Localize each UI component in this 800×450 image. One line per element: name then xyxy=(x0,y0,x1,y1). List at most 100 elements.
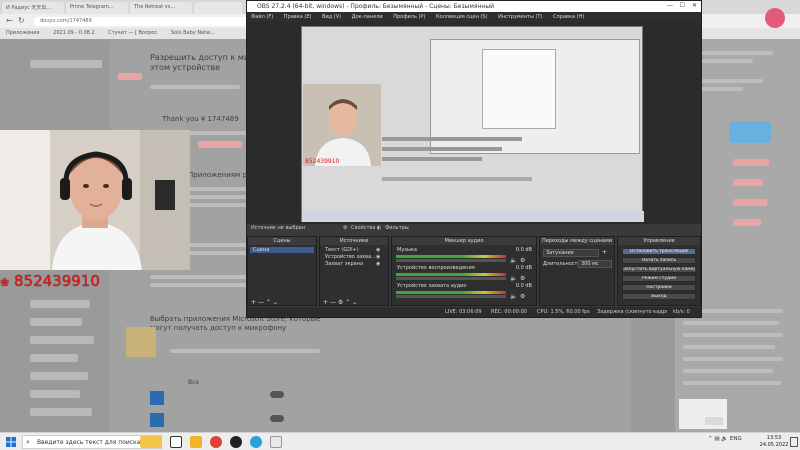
thanks-text: Thank you ¥ 1747489 xyxy=(162,115,239,123)
menu-view[interactable]: Вид (V) xyxy=(322,14,341,20)
chevron-up-icon[interactable]: ⌃ xyxy=(708,436,713,442)
pink-button[interactable] xyxy=(198,141,242,148)
down-icon[interactable]: ⌄ xyxy=(273,299,278,306)
add-icon[interactable]: + xyxy=(323,299,328,306)
volume-icon[interactable]: 🔈 xyxy=(721,436,728,442)
sidebar-item[interactable] xyxy=(30,372,88,380)
sidebar-item[interactable] xyxy=(30,300,90,308)
obs-icon[interactable] xyxy=(230,436,242,448)
popup-button[interactable] xyxy=(705,417,723,425)
windows-start-icon[interactable] xyxy=(6,437,16,447)
menu-scene-collection[interactable]: Коллекция сцен (S) xyxy=(436,14,488,20)
browser-tab[interactable]: The Retreat vs... xyxy=(130,2,192,14)
speaker-icon[interactable]: 🔈 xyxy=(510,293,517,300)
language-indicator[interactable]: ENG xyxy=(730,436,742,442)
gear-icon[interactable]: ⚙ xyxy=(520,293,525,300)
add-icon[interactable]: + xyxy=(251,299,256,306)
volume-slider[interactable] xyxy=(396,259,506,262)
settings-button[interactable]: Настройки xyxy=(622,284,696,291)
sidebar-item[interactable] xyxy=(30,408,92,416)
eye-icon[interactable]: ◉ xyxy=(376,254,380,260)
start-recording-button[interactable]: Начать запись xyxy=(622,257,696,264)
transition-select[interactable]: Затухание xyxy=(543,249,599,257)
task-view-icon[interactable] xyxy=(170,436,182,448)
pink-button[interactable] xyxy=(733,179,763,186)
remove-icon[interactable]: — xyxy=(258,299,264,306)
notifications-icon[interactable] xyxy=(790,437,798,447)
obs-preview[interactable]: 852439910 xyxy=(247,22,701,224)
audio-mixer-title: Микшер аудио xyxy=(392,237,536,245)
app-icon[interactable] xyxy=(270,436,282,448)
minimize-icon[interactable]: — xyxy=(667,2,673,9)
red-badge-icon[interactable] xyxy=(765,8,785,28)
back-icon[interactable]: ← xyxy=(6,16,13,25)
toggle-switch[interactable] xyxy=(270,391,284,398)
reload-icon[interactable]: ↻ xyxy=(18,16,25,25)
browser-tab[interactable]: И Радиус 天天出... xyxy=(2,2,64,14)
up-icon[interactable]: ⌃ xyxy=(266,299,271,306)
scene-item[interactable]: Сцена xyxy=(250,247,314,253)
network-icon[interactable]: ▤ xyxy=(714,436,719,442)
bookmark-item[interactable]: Стучит — [ Вопрос xyxy=(108,30,157,36)
eye-icon[interactable]: ◉ xyxy=(376,261,380,267)
source-properties-button[interactable]: Свойства xyxy=(351,225,375,231)
weather-icon[interactable] xyxy=(140,436,162,448)
sidebar-item[interactable] xyxy=(30,390,80,398)
stop-streaming-button[interactable]: Остановить трансляцию xyxy=(622,248,696,255)
bookmark-item[interactable]: Приложения xyxy=(6,30,40,36)
mixer-db: 0.0 dB xyxy=(515,265,532,271)
sidebar-item[interactable] xyxy=(30,60,102,68)
toggle-switch[interactable] xyxy=(270,415,284,422)
pink-button[interactable] xyxy=(733,199,767,206)
speaker-icon[interactable]: 🔈 xyxy=(510,275,517,282)
filter-icon[interactable]: ◐ xyxy=(377,225,381,231)
exit-button[interactable]: Выход xyxy=(622,293,696,300)
down-icon[interactable]: ⌄ xyxy=(352,299,357,306)
gear-icon[interactable]: ⚙ xyxy=(343,225,347,231)
clock-time: 13:53 xyxy=(766,435,782,441)
chat-line xyxy=(683,369,773,373)
chat-line xyxy=(683,381,781,385)
audio-meter xyxy=(396,291,506,294)
taskbar-clock[interactable]: 13:53 24.05.2022 xyxy=(754,435,794,449)
virtual-camera-button[interactable]: Запустить виртуальную камеру xyxy=(622,266,696,273)
menu-docks[interactable]: Док-панели xyxy=(352,14,383,20)
bookmark-item[interactable]: Solo Baby Netw... xyxy=(171,30,215,36)
menu-help[interactable]: Справка (H) xyxy=(553,14,584,20)
volume-slider[interactable] xyxy=(396,277,506,280)
sidebar-item[interactable] xyxy=(30,336,94,344)
file-explorer-icon[interactable] xyxy=(190,436,202,448)
telegram-icon[interactable] xyxy=(250,436,262,448)
sidebar-item[interactable] xyxy=(30,318,82,326)
speaker-icon[interactable]: 🔈 xyxy=(510,257,517,264)
sidebar-item[interactable] xyxy=(30,354,78,362)
duration-input[interactable]: 300 мс xyxy=(578,260,612,268)
gear-icon[interactable]: ⚙ xyxy=(520,257,525,264)
volume-slider[interactable] xyxy=(396,295,506,298)
remove-icon[interactable]: — xyxy=(330,299,336,306)
eye-icon[interactable]: ◉ xyxy=(376,247,380,253)
pink-button[interactable] xyxy=(733,219,761,226)
gear-icon[interactable]: ⚙ xyxy=(338,299,343,306)
chat-line xyxy=(683,357,783,361)
source-filters-button[interactable]: Фильтры xyxy=(385,225,409,231)
add-icon[interactable]: + xyxy=(602,249,607,256)
up-icon[interactable]: ⌃ xyxy=(345,299,350,306)
studio-mode-button[interactable]: Режим студии xyxy=(622,275,696,282)
gear-icon[interactable]: ⚙ xyxy=(520,275,525,282)
maximize-icon[interactable]: ☐ xyxy=(680,2,685,9)
avatar xyxy=(729,121,771,143)
bookmark-item[interactable]: 2021.09 - 0.08.2 xyxy=(53,30,95,36)
chrome-icon[interactable] xyxy=(210,436,222,448)
close-icon[interactable]: ✕ xyxy=(692,2,697,9)
app-icon xyxy=(150,391,164,405)
mixer-db: 0.0 dB xyxy=(515,247,532,253)
browser-tab[interactable]: Prime Telegram... xyxy=(66,2,128,14)
menu-profile[interactable]: Профиль (P) xyxy=(393,14,425,20)
menu-edit[interactable]: Правка (E) xyxy=(284,14,312,20)
pink-button[interactable] xyxy=(118,73,142,80)
menu-file[interactable]: Файл (F) xyxy=(251,14,273,20)
pink-button[interactable] xyxy=(733,159,769,166)
menu-tools[interactable]: Инструменты (T) xyxy=(498,14,542,20)
browser-tab[interactable] xyxy=(194,2,242,14)
